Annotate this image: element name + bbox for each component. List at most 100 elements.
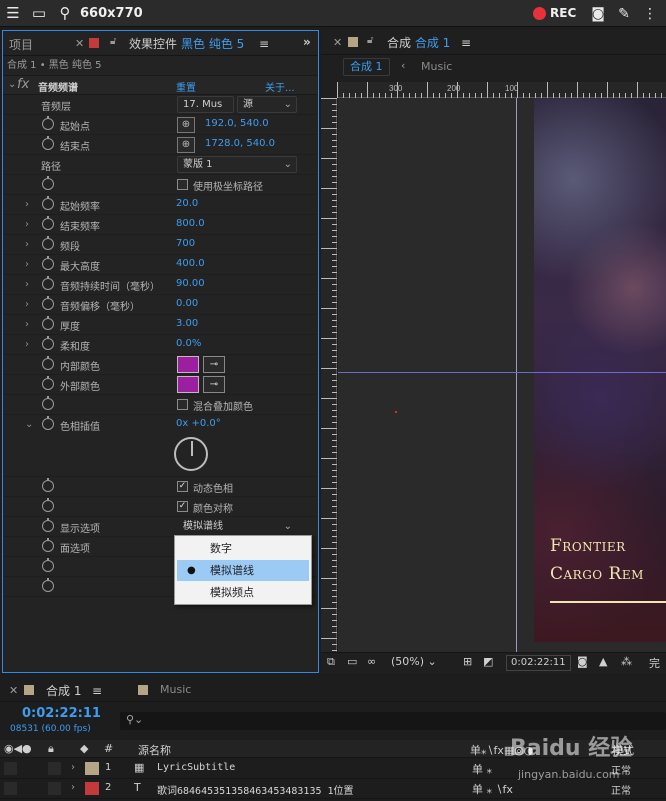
color-symmetry-checkbox[interactable]: ✓: [177, 501, 188, 512]
crumb-active[interactable]: 合成 1: [343, 58, 390, 76]
visibility-toggle[interactable]: [4, 762, 17, 775]
stopwatch-icon[interactable]: [42, 336, 54, 350]
more-icon[interactable]: ⋮: [640, 4, 660, 24]
window-icon[interactable]: ▭: [26, 0, 52, 27]
prop-value[interactable]: 700: [176, 238, 195, 249]
stopwatch-icon[interactable]: [42, 558, 54, 572]
show-snapshot-icon[interactable]: ▲: [599, 655, 607, 668]
tab-composition[interactable]: 合成 合成 1: [387, 34, 450, 51]
close-icon[interactable]: ✕: [75, 37, 84, 50]
eyedropper-icon[interactable]: ⊸: [203, 356, 225, 373]
twirl-right-icon[interactable]: ›: [71, 762, 75, 773]
panel-menu-icon[interactable]: ≡: [259, 37, 269, 51]
tab-project[interactable]: 项目: [9, 36, 33, 53]
stopwatch-icon[interactable]: [42, 538, 54, 552]
layer-name[interactable]: LyricSubtitle: [157, 762, 235, 773]
timecode-field[interactable]: 0:02:22:11: [506, 655, 571, 671]
source-select[interactable]: 源 ⌄: [237, 96, 297, 113]
prop-value[interactable]: 0.00: [176, 298, 198, 309]
channels-icon[interactable]: ⁂: [621, 655, 632, 668]
crosshair-icon[interactable]: ⊕: [177, 117, 195, 133]
close-icon[interactable]: ✕: [333, 36, 342, 49]
stopwatch-icon[interactable]: [42, 498, 54, 512]
about-link[interactable]: 关于...: [265, 79, 295, 94]
snapshot-icon[interactable]: ◙: [577, 655, 588, 668]
tab-timeline-music[interactable]: Music: [160, 683, 191, 696]
visibility-toggle[interactable]: [4, 782, 17, 795]
stopwatch-icon[interactable]: [42, 116, 54, 130]
stopwatch-icon[interactable]: [42, 356, 54, 370]
option-analog-dots[interactable]: 模拟频点: [177, 582, 309, 603]
prop-value[interactable]: 1728.0, 540.0: [205, 138, 275, 149]
option-digital[interactable]: 数字: [177, 538, 309, 559]
camera-icon[interactable]: ◙: [588, 4, 608, 24]
chevron-left-icon[interactable]: ‹: [401, 59, 405, 72]
layer-switches[interactable]: 单 ⁎ ∖fx: [472, 781, 513, 797]
twirl-down-icon[interactable]: ⌄: [8, 79, 16, 90]
twirl-right-icon[interactable]: ›: [25, 199, 29, 210]
stopwatch-icon[interactable]: [42, 136, 54, 150]
eyedropper-icon[interactable]: ⊸: [203, 376, 225, 393]
stopwatch-icon[interactable]: [42, 396, 54, 410]
tab-timeline-comp[interactable]: 合成 1: [46, 682, 81, 699]
hue-dial[interactable]: [174, 437, 208, 471]
prop-value[interactable]: 20.0: [176, 198, 198, 209]
stopwatch-icon[interactable]: [42, 478, 54, 492]
path-select[interactable]: 蒙版 1 ⌄: [177, 156, 297, 173]
label-column-icon[interactable]: ◆: [80, 742, 88, 755]
close-icon[interactable]: ✕: [9, 684, 18, 697]
audio-layer-select[interactable]: 17. Mus: [177, 96, 234, 113]
av-switches-icon[interactable]: ◉◀●: [4, 742, 32, 755]
grid-icon[interactable]: ⧉: [327, 655, 335, 669]
prop-value[interactable]: 0x +0.0°: [176, 418, 221, 429]
lock-toggle[interactable]: [48, 782, 61, 795]
stopwatch-icon[interactable]: [42, 416, 54, 430]
twirl-right-icon[interactable]: ›: [71, 782, 75, 793]
panel-overflow-icon[interactable]: »: [303, 35, 311, 49]
stopwatch-icon[interactable]: [42, 518, 54, 532]
guide-vertical[interactable]: [516, 98, 517, 652]
prop-value[interactable]: 0.0%: [176, 338, 201, 349]
stopwatch-icon[interactable]: [42, 256, 54, 270]
guide-horizontal[interactable]: [338, 372, 666, 373]
display-options-select[interactable]: 模拟谱线 ⌄: [177, 518, 297, 535]
stopwatch-icon[interactable]: [42, 216, 54, 230]
twirl-right-icon[interactable]: ›: [25, 219, 29, 230]
crosshair-icon[interactable]: ⊕: [177, 137, 195, 153]
layer-name[interactable]: 歌词684645351358463453483135 1位置: [157, 782, 354, 797]
prop-value[interactable]: 90.00: [176, 278, 205, 289]
search-icon[interactable]: ⚲: [52, 0, 78, 27]
inner-color-swatch[interactable]: [177, 356, 199, 373]
dynamic-hue-checkbox[interactable]: ✓: [177, 481, 188, 492]
current-time[interactable]: 0:02:22:11: [22, 706, 101, 721]
zoom-select[interactable]: (50%) ⌄: [391, 655, 437, 668]
prop-value[interactable]: 800.0: [176, 218, 205, 229]
twirl-right-icon[interactable]: ›: [25, 339, 29, 350]
panel-menu-icon[interactable]: ≡: [461, 36, 471, 50]
prop-value[interactable]: 3.00: [176, 318, 198, 329]
mask-icon[interactable]: ∞: [367, 655, 376, 668]
lock-icon[interactable]: 🔓︎: [367, 35, 373, 46]
prop-value[interactable]: 192.0, 540.0: [205, 118, 269, 129]
layer-label-color[interactable]: [85, 782, 99, 795]
col-source-name[interactable]: 源名称: [138, 742, 171, 758]
stopwatch-icon[interactable]: [42, 296, 54, 310]
ruler-top[interactable]: 300 200 100: [337, 82, 666, 98]
fx-icon[interactable]: fx: [17, 77, 29, 92]
ruler-left[interactable]: [321, 98, 337, 652]
tab-effect-controls[interactable]: 效果控件 黑色 纯色 5: [129, 35, 244, 52]
lock-column-icon[interactable]: 🔒︎: [48, 742, 54, 756]
stopwatch-icon[interactable]: [42, 376, 54, 390]
crumb-music[interactable]: Music: [421, 60, 452, 73]
stopwatch-icon[interactable]: [42, 176, 54, 190]
twirl-right-icon[interactable]: ›: [25, 239, 29, 250]
twirl-right-icon[interactable]: ›: [25, 259, 29, 270]
blend-colors-checkbox[interactable]: [177, 399, 188, 410]
pen-icon[interactable]: ✎: [614, 4, 634, 24]
option-analog-lines[interactable]: ● 模拟谱线: [177, 560, 309, 581]
twirl-down-icon[interactable]: ⌄: [25, 419, 33, 430]
twirl-right-icon[interactable]: ›: [25, 279, 29, 290]
composition-viewer[interactable]: Frontier Cargo Rem: [338, 98, 666, 652]
reset-link[interactable]: 重置: [176, 79, 196, 94]
transparency-icon[interactable]: ◩: [483, 655, 493, 668]
